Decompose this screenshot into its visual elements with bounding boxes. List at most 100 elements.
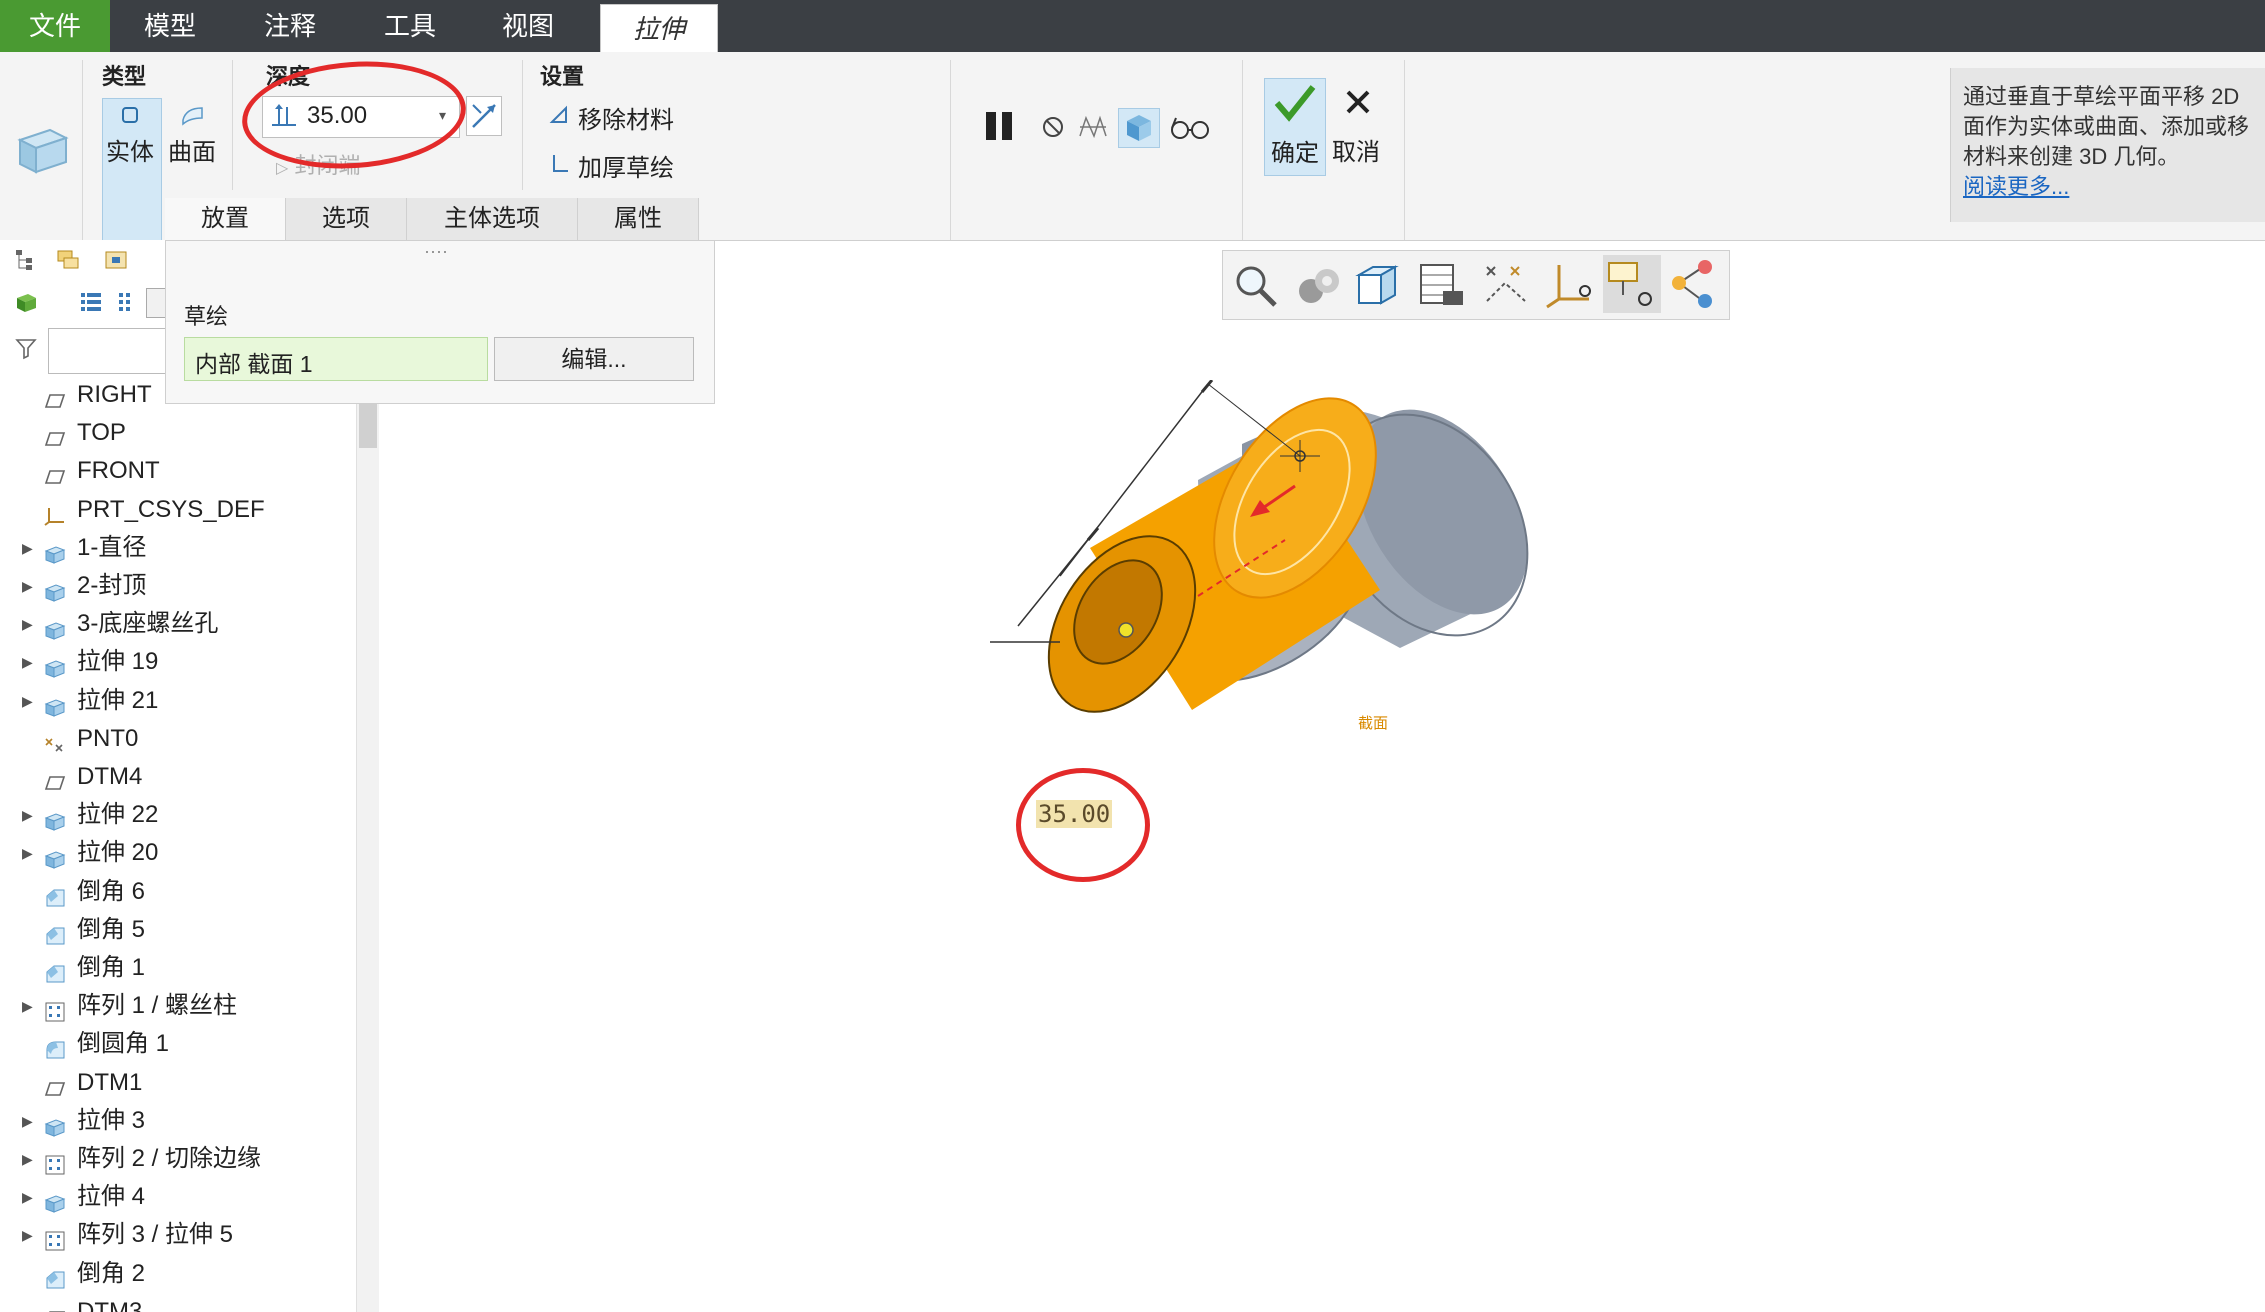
datum-point-icon: [44, 729, 66, 752]
glasses-icon[interactable]: [1168, 112, 1212, 147]
extrude-preview: [1047, 397, 1380, 713]
tree-item[interactable]: 倒角 5: [0, 911, 356, 949]
extrude-icon: [44, 805, 66, 831]
expand-arrow-icon[interactable]: ▶: [22, 643, 33, 681]
surface-icon: [180, 104, 206, 131]
help-text-line: 通过垂直于草绘平面平移 2D: [1963, 84, 2240, 109]
tree-item[interactable]: ▶ 阵列 3 / 拉伸 5: [0, 1216, 356, 1254]
show-icon[interactable]: [104, 248, 130, 277]
datum-plane-icon: [44, 1302, 66, 1312]
thicken-sketch-toggle[interactable]: 加厚草绘: [578, 148, 674, 183]
placement-panel: ···· 草绘 内部 截面 1 编辑...: [165, 240, 715, 404]
expand-arrow-icon[interactable]: ▶: [22, 1178, 33, 1216]
datum-display-icon[interactable]: [1481, 261, 1531, 314]
pause-icon[interactable]: [982, 108, 1018, 149]
tree-item[interactable]: ▶ 阵列 2 / 切除边缘: [0, 1140, 356, 1178]
tree-item[interactable]: ▶ 3-底座螺丝孔: [0, 605, 356, 643]
remove-material-toggle[interactable]: 移除材料: [578, 100, 674, 135]
search-input[interactable]: [48, 328, 168, 374]
surface-label[interactable]: 曲面: [168, 132, 216, 167]
expand-arrow-icon[interactable]: ▶: [22, 682, 33, 720]
datum-plane-icon: [44, 767, 66, 790]
verify-mode-icon[interactable]: [1118, 108, 1160, 148]
tree-item[interactable]: ▶ 2-封顶: [0, 567, 356, 605]
separator: [232, 60, 233, 190]
expand-arrow-icon[interactable]: ▶: [22, 1216, 33, 1254]
zoom-icon[interactable]: [1231, 261, 1279, 314]
annotation-display-icon[interactable]: [1603, 255, 1661, 313]
view-cube-icon[interactable]: [1353, 261, 1401, 314]
tree-item[interactable]: DTM1: [0, 1064, 356, 1102]
tree-item[interactable]: ▶ 拉伸 21: [0, 682, 356, 720]
tab-placement[interactable]: 放置: [165, 198, 286, 240]
tree-item[interactable]: 倒角 1: [0, 949, 356, 987]
tree-item[interactable]: FRONT: [0, 452, 356, 490]
tree-item-label: 2-封顶: [77, 572, 147, 599]
tree-item[interactable]: 倒圆角 1: [0, 1025, 356, 1063]
edit-button[interactable]: 编辑...: [494, 337, 694, 381]
expand-arrow-icon[interactable]: ▶: [22, 1140, 33, 1178]
filter-icon[interactable]: [14, 336, 38, 365]
expand-arrow-icon[interactable]: ▶: [22, 605, 33, 643]
spin-center-display-icon[interactable]: [1667, 257, 1723, 316]
expand-arrow-icon[interactable]: ▶: [22, 796, 33, 834]
tree-item[interactable]: ▶ 拉伸 19: [0, 643, 356, 681]
tab-extrude[interactable]: 拉伸: [600, 4, 718, 53]
tab-file[interactable]: 文件: [0, 0, 110, 52]
sketch-collector[interactable]: 内部 截面 1: [184, 337, 488, 381]
tab-annotate[interactable]: 注释: [240, 0, 340, 52]
tab-options[interactable]: 选项: [286, 198, 407, 240]
tab-tools[interactable]: 工具: [360, 0, 460, 52]
tree-item[interactable]: ▶ 拉伸 22: [0, 796, 356, 834]
tree-item-label: 拉伸 4: [77, 1183, 146, 1211]
ok-button[interactable]: 确定: [1264, 78, 1326, 176]
layers-icon[interactable]: [56, 248, 82, 277]
tree-item[interactable]: TOP: [0, 414, 356, 452]
list-view-icon[interactable]: [78, 290, 104, 319]
tree-item[interactable]: DTM3: [0, 1293, 356, 1312]
spin-center-icon[interactable]: [1293, 261, 1343, 314]
expand-arrow-icon[interactable]: ▶: [22, 834, 33, 872]
part-icon[interactable]: [14, 290, 40, 319]
cancel-button[interactable]: 取消: [1330, 78, 1390, 174]
expand-arrow-icon[interactable]: ▶: [22, 567, 33, 605]
saved-views-icon[interactable]: [1417, 261, 1467, 314]
tree-icon[interactable]: [14, 248, 36, 277]
tree-item[interactable]: PRT_CSYS_DEF: [0, 491, 356, 529]
thicken-sketch-icon: [550, 152, 572, 179]
tree-item[interactable]: ▶ 拉伸 3: [0, 1102, 356, 1140]
tree-item[interactable]: ▶ 拉伸 20: [0, 834, 356, 872]
tab-model[interactable]: 模型: [120, 0, 220, 52]
preview-mesh-icon[interactable]: [1076, 110, 1110, 149]
tree-item-label: PRT_CSYS_DEF: [77, 495, 265, 523]
sketch-label: 草绘: [184, 304, 229, 329]
tree-scrollbar[interactable]: [356, 380, 379, 1312]
expand-arrow-icon[interactable]: ▶: [22, 1102, 33, 1140]
expand-arrow-icon[interactable]: ▶: [22, 529, 33, 567]
tree-item[interactable]: ▶ 阵列 1 / 螺丝柱: [0, 987, 356, 1025]
ok-label: 确定: [1271, 140, 1319, 167]
tree-item[interactable]: ▶ 拉伸 4: [0, 1178, 356, 1216]
detail-view-icon[interactable]: [116, 290, 136, 319]
tree-item[interactable]: 倒角 6: [0, 873, 356, 911]
tree-item-label: 阵列 2 / 切除边缘: [77, 1145, 262, 1172]
extrude-icon: [44, 538, 66, 564]
tab-body-options[interactable]: 主体选项: [407, 198, 578, 240]
tree-item-label: 倒角 5: [77, 915, 146, 943]
tab-view[interactable]: 视图: [478, 0, 578, 52]
expand-arrow-icon[interactable]: ▶: [22, 987, 33, 1025]
tree-item[interactable]: PNT0: [0, 720, 356, 758]
flip-direction-button[interactable]: [466, 96, 502, 136]
help-text-line: 面作为实体或曲面、添加或移: [1963, 114, 2250, 139]
tree-item-label: DTM1: [77, 1068, 143, 1096]
tree-item[interactable]: 倒角 2: [0, 1255, 356, 1293]
panel-grip[interactable]: ····: [424, 241, 448, 262]
separator: [82, 60, 83, 240]
tree-item[interactable]: ▶ 1-直径: [0, 529, 356, 567]
no-preview-icon[interactable]: [1040, 114, 1066, 145]
tab-properties[interactable]: 属性: [578, 198, 699, 240]
csys-display-icon[interactable]: [1543, 259, 1597, 314]
chamfer-icon: [44, 958, 66, 983]
read-more-link[interactable]: 阅读更多...: [1963, 172, 2249, 202]
tree-item[interactable]: DTM4: [0, 758, 356, 796]
